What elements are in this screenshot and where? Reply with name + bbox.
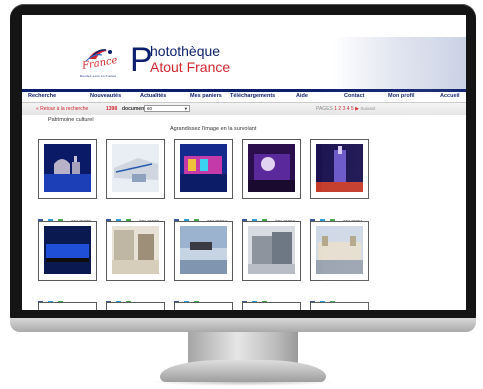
top-band — [22, 15, 466, 37]
result-thumbnail[interactable] — [310, 139, 369, 199]
nav-item-contact[interactable]: Contact — [344, 93, 364, 99]
per-page-value: 60 — [147, 106, 153, 111]
result-image — [180, 226, 227, 274]
page-numbers[interactable]: 1 2 3 4 5 — [334, 106, 353, 112]
results-toolbar: « Retour à la recherche 1398 documents 6… — [22, 103, 466, 115]
nav-item-nouveautes[interactable]: Nouveautés — [90, 93, 121, 99]
result-thumbnail[interactable] — [310, 221, 369, 281]
nav-item-mon-profil[interactable]: Mon profil — [388, 93, 415, 99]
result-thumbnail[interactable] — [106, 221, 165, 281]
result-thumbnail[interactable] — [106, 139, 165, 199]
monitor-chin — [10, 318, 476, 332]
result-thumbnail[interactable] — [242, 302, 301, 310]
pages-label: PAGES — [316, 106, 333, 112]
result-thumbnail[interactable] — [242, 139, 301, 199]
result-thumbnail[interactable] — [106, 302, 165, 310]
result-thumbnail[interactable] — [38, 302, 97, 310]
pagination: PAGES 1 2 3 4 5 ▶ Suivant — [316, 106, 375, 112]
screen: France Rendez-vous en France P hotothèqu… — [22, 15, 466, 310]
monitor-stand — [160, 360, 326, 382]
brand-subtitle: Atout France — [150, 59, 231, 75]
result-image — [112, 144, 159, 192]
result-thumbnail[interactable] — [310, 302, 369, 310]
next-page-link[interactable]: Suivant — [360, 106, 375, 111]
per-page-select[interactable]: 60 ▾ — [144, 105, 190, 112]
result-image — [112, 226, 159, 274]
chevron-down-icon: ▾ — [184, 106, 187, 111]
nav-item-telechargements[interactable]: Téléchargements — [230, 93, 275, 99]
nav-item-recherche[interactable]: Recherche — [28, 93, 56, 99]
nav-item-actualites[interactable]: Actualités — [140, 93, 166, 99]
result-thumbnail[interactable] — [174, 139, 233, 199]
nav-item-accueil[interactable]: Accueil — [440, 93, 460, 99]
result-image — [44, 226, 91, 274]
result-thumbnail[interactable] — [174, 302, 233, 310]
brand-title: hotothèque — [150, 43, 221, 59]
next-arrow-icon[interactable]: ▶ — [355, 106, 359, 112]
result-thumbnail[interactable] — [38, 139, 97, 199]
result-count: 1398 — [106, 106, 118, 112]
back-to-search-link[interactable]: « Retour à la recherche — [36, 106, 88, 112]
result-image — [180, 144, 227, 192]
result-image — [316, 226, 363, 274]
result-thumbnail[interactable] — [38, 221, 97, 281]
result-image — [248, 226, 295, 274]
result-image — [248, 144, 295, 192]
result-image — [44, 144, 91, 192]
main-nav: Recherche Nouveautés Actualités Mes pani… — [22, 92, 466, 103]
section-title: Patrimoine culturel — [48, 117, 94, 123]
logo-tagline: Rendez-vous en France — [80, 74, 117, 78]
nav-item-mes-paniers[interactable]: Mes paniers — [190, 93, 222, 99]
nav-item-aide[interactable]: Aide — [296, 93, 308, 99]
result-thumbnail[interactable] — [174, 221, 233, 281]
hover-hint: Agrandissez l'image en la survolant — [170, 126, 257, 132]
result-image — [316, 144, 363, 192]
result-thumbnail[interactable] — [242, 221, 301, 281]
site-header: France Rendez-vous en France P hotothèqu… — [22, 37, 466, 92]
